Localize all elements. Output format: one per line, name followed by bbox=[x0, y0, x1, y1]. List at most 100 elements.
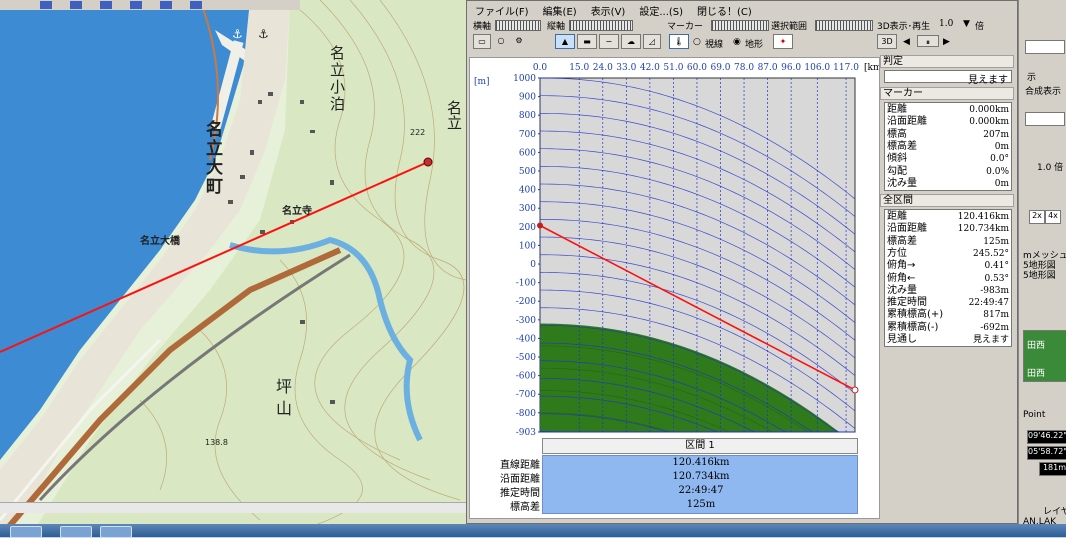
taskbar-app[interactable] bbox=[100, 526, 132, 538]
stat-surface-distance-label: 沿面距離 bbox=[500, 474, 540, 485]
y-tick-label: -600 bbox=[516, 372, 536, 382]
speed-unit: 倍 bbox=[975, 22, 985, 32]
vertical-axis-label: 縦軸 bbox=[547, 22, 566, 32]
info-key: 見通し bbox=[887, 334, 917, 345]
x-tick-label: 69.0 bbox=[710, 63, 730, 73]
y-tick-label: 500 bbox=[519, 167, 536, 177]
toolbar-buttons: ▭ ○ ⚙ ▲ ▬ ∽ ☁ ◿ 🌡 ○ 視線 ◉ 地形 ✦ 3D ◀ ⏸ ▶ bbox=[473, 33, 1013, 51]
zoom-2x-button[interactable]: 2x bbox=[1029, 210, 1045, 224]
selection-slider[interactable] bbox=[815, 20, 873, 31]
y-tick-label: 900 bbox=[519, 93, 536, 103]
all-section-header: 全区間 bbox=[880, 194, 1014, 207]
layer-tab[interactable]: レイヤー bbox=[1043, 504, 1066, 517]
coord-lat: 09'46.22" bbox=[1027, 430, 1066, 444]
x-tick-label: 60.0 bbox=[687, 63, 707, 73]
marker-pin-icon[interactable]: ✦ bbox=[773, 34, 793, 49]
x-tick-label: 96.0 bbox=[781, 63, 801, 73]
marker-slider[interactable] bbox=[711, 20, 769, 31]
menu-view[interactable]: 表示(V) bbox=[589, 3, 628, 18]
zoom-4x-button[interactable]: 4x bbox=[1045, 210, 1061, 224]
layer-item[interactable]: 5地形図 bbox=[1023, 268, 1056, 281]
slope-icon[interactable]: ◿ bbox=[643, 34, 661, 49]
info-key: 沈み量 bbox=[887, 284, 917, 296]
speed-value[interactable]: 1.0 bbox=[939, 19, 953, 29]
map-label-temple: 名立寺 bbox=[282, 206, 312, 217]
speed-text: 1.0 倍 bbox=[1037, 163, 1064, 173]
marker-label: マーカー bbox=[667, 22, 704, 32]
start-button[interactable] bbox=[10, 526, 42, 538]
x-tick-label: 24.0 bbox=[593, 63, 613, 73]
info-key: 俯角← bbox=[887, 272, 916, 284]
y-tick-label: 100 bbox=[519, 241, 536, 251]
map-label-komari: 名立小泊 bbox=[328, 45, 346, 113]
point-button[interactable]: Point bbox=[1023, 410, 1045, 420]
topographic-map[interactable]: ⚓ ⚓ bbox=[0, 0, 466, 537]
end-marker-icon bbox=[851, 386, 859, 394]
horizontal-axis-slider[interactable] bbox=[495, 20, 541, 31]
info-row: 推定時間 22:49:47 bbox=[887, 297, 1009, 309]
info-key: 累積標高(+) bbox=[887, 309, 944, 321]
gear-icon[interactable]: ⚙ bbox=[511, 34, 527, 49]
info-key: 俯角→ bbox=[887, 260, 916, 272]
wave-icon[interactable]: ∽ bbox=[599, 34, 619, 49]
x-tick-label: 106.0 bbox=[804, 63, 830, 73]
menu-edit[interactable]: 編集(E) bbox=[541, 3, 579, 18]
section-stats: 120.416km 120.734km 22:49:47 125m bbox=[542, 455, 858, 514]
vertical-axis-slider[interactable] bbox=[569, 20, 633, 31]
x-tick-label: 15.0 bbox=[569, 63, 589, 73]
svg-text:⚓: ⚓ bbox=[232, 27, 243, 41]
y-tick-label: 400 bbox=[519, 186, 536, 196]
chevron-down-icon[interactable]: ▼ bbox=[963, 19, 970, 29]
y-tick-label: 0 bbox=[530, 260, 536, 270]
cloud-icon[interactable]: ☁ bbox=[621, 34, 641, 49]
y-tick-label: -800 bbox=[516, 409, 536, 419]
info-value: 0.000km bbox=[969, 117, 1009, 128]
menu-file[interactable]: ファイル(F) bbox=[473, 3, 531, 18]
info-row: 沈み量 -983m bbox=[887, 284, 1009, 296]
menu-close[interactable]: 閉じる！(C) bbox=[695, 3, 754, 18]
info-value: 22:49:47 bbox=[968, 298, 1009, 309]
info-row: 標高 207m bbox=[887, 129, 1009, 140]
play-icon[interactable]: ▶ bbox=[943, 37, 950, 47]
minimap-place: 田西 bbox=[1027, 341, 1046, 351]
x-tick-label: 117.0 bbox=[833, 63, 859, 73]
menu-settings[interactable]: 設定...(S) bbox=[637, 3, 685, 18]
info-panel: 判定 見えます マーカー 距離 0.000km 沿面距離 0.000km 標高 207m 標… bbox=[880, 53, 1014, 523]
radio-line-label[interactable]: 視線 bbox=[705, 37, 723, 50]
judgement-header: 判定 bbox=[880, 55, 1014, 68]
circle-icon[interactable]: ○ bbox=[493, 34, 509, 49]
rewind-icon[interactable]: ◀ bbox=[903, 37, 910, 47]
scale-icon[interactable]: ▭ bbox=[473, 34, 491, 49]
map-horizontal-scrollbar[interactable] bbox=[0, 502, 466, 513]
info-value: 見えます bbox=[972, 335, 1009, 345]
ruler-icon[interactable]: ▬ bbox=[577, 34, 597, 49]
map-label-altitude: 138.8 bbox=[205, 438, 228, 447]
y-tick-label: -200 bbox=[516, 297, 536, 307]
menu-bar: ファイル(F) 編集(E) 表示(V) 設定...(S) 閉じる！(C) bbox=[473, 3, 754, 18]
thermometer-icon[interactable]: 🌡 bbox=[669, 34, 689, 49]
horizontal-axis-label: 横軸 bbox=[473, 22, 492, 32]
stat-elevation-diff-label: 標高差 bbox=[510, 502, 540, 513]
radio-terrain-label[interactable]: 地形 bbox=[745, 37, 763, 50]
info-key: 推定時間 bbox=[887, 297, 927, 309]
elevation-profile-chart[interactable]: [km] [m] 0.0 15.0 24.033.0 42.051.0 60.069.0… bbox=[469, 57, 880, 519]
toolbar-sliders: 横軸 縦軸 マーカー 選択範囲 3D表示･再生 1.0 ▼ 倍 bbox=[473, 18, 1013, 32]
side-text: 合成表示 bbox=[1025, 87, 1062, 97]
side-dropdown[interactable] bbox=[1025, 112, 1065, 126]
info-key: 沿面距離 bbox=[887, 223, 927, 235]
info-value: 0.0% bbox=[986, 166, 1009, 177]
minimap-place: 田西 bbox=[1027, 369, 1046, 379]
taskbar-app[interactable] bbox=[60, 526, 92, 538]
info-value: 120.416km bbox=[957, 212, 1009, 222]
pause-icon[interactable]: ⏸ bbox=[917, 35, 939, 47]
side-dropdown[interactable] bbox=[1025, 40, 1065, 54]
mountain-icon[interactable]: ▲ bbox=[555, 34, 575, 49]
3d-view-icon[interactable]: 3D bbox=[877, 34, 897, 49]
radio-terrain-icon[interactable]: ◉ bbox=[733, 37, 741, 47]
info-row: 沿面距離 120.734km bbox=[887, 223, 1009, 235]
svg-text:⚓: ⚓ bbox=[258, 27, 269, 41]
info-key: 勾配 bbox=[887, 165, 907, 177]
y-tick-label: -400 bbox=[516, 334, 536, 344]
section-tab[interactable]: 区間 1 bbox=[542, 438, 858, 454]
radio-line-icon[interactable]: ○ bbox=[693, 37, 701, 47]
